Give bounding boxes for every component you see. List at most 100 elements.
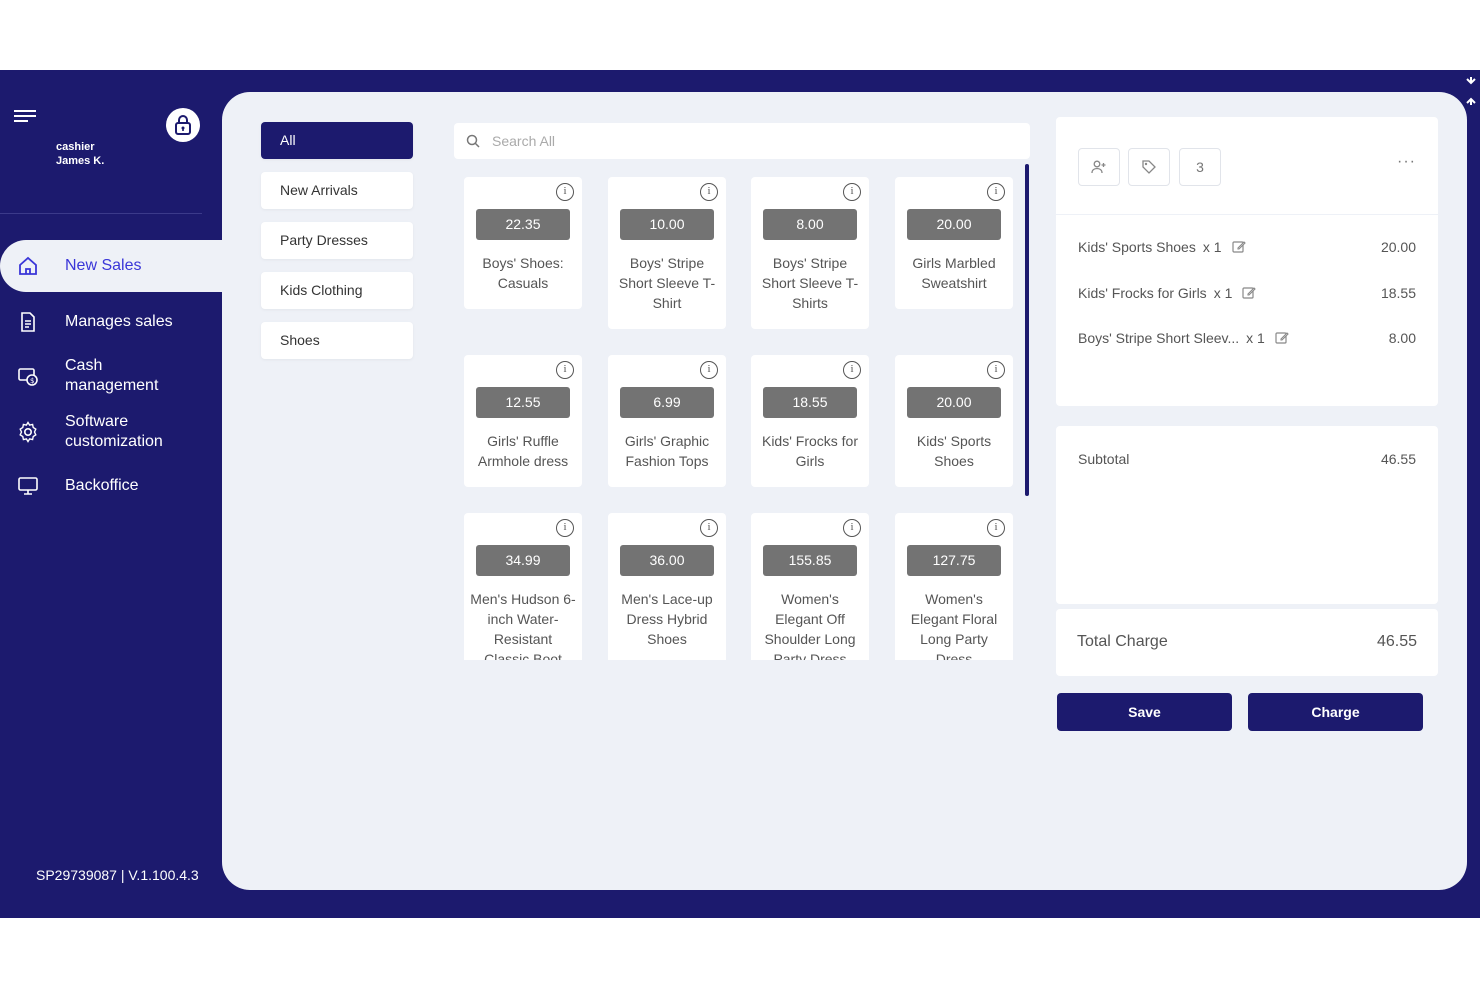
edit-icon[interactable] (1242, 286, 1257, 300)
product-card[interactable]: i 34.99 Men's Hudson 6-inch Water-Resist… (464, 513, 582, 660)
nav-item-backoffice[interactable]: Backoffice (0, 460, 222, 512)
nav-item-software-customization[interactable]: Software customization (0, 404, 222, 460)
edit-icon[interactable] (1275, 331, 1289, 345)
nav-label: New Sales (65, 257, 142, 274)
info-icon[interactable]: i (700, 183, 718, 201)
product-price: 20.00 (907, 209, 1001, 240)
info-icon[interactable]: i (987, 519, 1005, 537)
lock-icon (175, 115, 191, 135)
product-name: Kids' Sports Shoes (916, 433, 992, 469)
search-bar (454, 123, 1030, 159)
cart-item-name: Kids' Sports Shoes (1078, 239, 1196, 255)
product-card[interactable]: i 18.55 Kids' Frocks for Girls (751, 355, 869, 487)
product-card[interactable]: i 20.00 Girls Marbled Sweatshirt (895, 177, 1013, 309)
product-name: Boys' Stripe Short Sleeve T-Shirt (618, 255, 716, 311)
user-role: cashier (56, 141, 95, 153)
info-icon[interactable]: i (556, 361, 574, 379)
product-name: Kids' Frocks for Girls (761, 433, 859, 469)
product-name: Boys' Stripe Short Sleeve T-Shirts (761, 255, 859, 311)
nav-label: Software customization (65, 413, 163, 450)
cart-toolbar: 3 ··· (1056, 117, 1438, 215)
home-icon (19, 256, 37, 275)
cart-item-qty: x 1 (1246, 330, 1265, 346)
nav-item-manages-sales[interactable]: Manages sales (0, 296, 222, 348)
product-grid-scrollbar[interactable] (1025, 164, 1029, 496)
product-card[interactable]: i 36.00 Men's Lace-up Dress Hybrid Shoes (608, 513, 726, 660)
cart-count-badge[interactable]: 3 (1179, 148, 1221, 186)
product-price: 18.55 (763, 387, 857, 418)
discount-tag-button[interactable] (1128, 148, 1170, 186)
save-button[interactable]: Save (1057, 693, 1232, 731)
product-price: 8.00 (763, 209, 857, 240)
product-price: 6.99 (620, 387, 714, 418)
product-grid: i 22.35 Boys' Shoes: Casuals i 10.00 Boy… (464, 177, 1030, 660)
cart-line-item: Boys' Stripe Short Sleev... x 1 8.00 (1078, 328, 1416, 348)
category-list: All New Arrivals Party Dresses Kids Clot… (261, 122, 413, 372)
product-card[interactable]: i 8.00 Boys' Stripe Short Sleeve T-Shirt… (751, 177, 869, 329)
product-price: 12.55 (476, 387, 570, 418)
version-label: SP29739087 | V.1.100.4.3 (36, 867, 199, 883)
document-icon (21, 312, 35, 332)
search-input[interactable] (492, 133, 992, 149)
nav-item-new-sales[interactable]: New Sales (0, 240, 222, 292)
category-kids-clothing[interactable]: Kids Clothing (261, 272, 413, 309)
cart-line-item: Kids' Frocks for Girls x 1 18.55 (1078, 283, 1416, 303)
main-nav: New Sales Manages sales $ Cash managemen… (0, 240, 222, 512)
search-icon (466, 134, 480, 148)
info-icon[interactable]: i (556, 183, 574, 201)
product-name: Boys' Shoes: Casuals (482, 255, 564, 291)
category-shoes[interactable]: Shoes (261, 322, 413, 359)
product-card[interactable]: i 10.00 Boys' Stripe Short Sleeve T-Shir… (608, 177, 726, 329)
product-card[interactable]: i 6.99 Girls' Graphic Fashion Tops (608, 355, 726, 487)
add-customer-button[interactable] (1078, 148, 1120, 186)
product-card[interactable]: i 22.35 Boys' Shoes: Casuals (464, 177, 582, 309)
sidebar-divider (0, 213, 202, 214)
category-all[interactable]: All (261, 122, 413, 159)
subtotal-panel: Subtotal 46.55 (1056, 426, 1438, 604)
info-icon[interactable]: i (843, 519, 861, 537)
product-name: Girls' Graphic Fashion Tops (624, 433, 710, 469)
main-panel: All New Arrivals Party Dresses Kids Clot… (222, 92, 1467, 890)
cart-item-qty: x 1 (1213, 285, 1233, 301)
tag-icon (1142, 160, 1156, 174)
more-options-icon[interactable]: ··· (1397, 153, 1416, 171)
info-icon[interactable]: i (556, 519, 574, 537)
info-icon[interactable]: i (987, 183, 1005, 201)
product-price: 127.75 (907, 545, 1001, 576)
info-icon[interactable]: i (987, 361, 1005, 379)
product-name: Women's Elegant Off Shoulder Long Party … (764, 591, 856, 660)
product-name: Men's Hudson 6-inch Water-Resistant Clas… (470, 591, 576, 660)
lock-button[interactable] (166, 108, 200, 142)
product-name: Men's Lace-up Dress Hybrid Shoes (621, 591, 713, 647)
info-icon[interactable]: i (843, 183, 861, 201)
nav-item-cash-management[interactable]: $ Cash management (0, 348, 222, 404)
product-card[interactable]: i 127.75 Women's Elegant Floral Long Par… (895, 513, 1013, 660)
product-price: 34.99 (476, 545, 570, 576)
product-card[interactable]: i 155.85 Women's Elegant Off Shoulder Lo… (751, 513, 869, 660)
info-icon[interactable]: i (700, 519, 718, 537)
edit-icon[interactable] (1231, 240, 1246, 254)
info-icon[interactable]: i (843, 361, 861, 379)
app-window: cashier James K. New Sales Manages sales… (0, 70, 1480, 918)
charge-button[interactable]: Charge (1248, 693, 1423, 731)
category-new-arrivals[interactable]: New Arrivals (261, 172, 413, 209)
subtotal-value: 46.55 (1380, 451, 1416, 467)
collapse-icon[interactable] (1464, 76, 1478, 106)
cash-icon: $ (18, 368, 38, 386)
product-card[interactable]: i 12.55 Girls' Ruffle Armhole dress (464, 355, 582, 487)
cart-line-item: Kids' Sports Shoes x 1 20.00 (1078, 237, 1416, 257)
nav-label: Backoffice (65, 477, 139, 494)
product-price: 155.85 (763, 545, 857, 576)
hamburger-menu-icon[interactable] (14, 110, 36, 126)
product-price: 22.35 (476, 209, 570, 240)
add-user-icon (1091, 160, 1106, 174)
total-value: 46.55 (1376, 633, 1417, 650)
info-icon[interactable]: i (700, 361, 718, 379)
cart-panel: 3 ··· Kids' Sports Shoes x 1 20.00 Kids'… (1056, 117, 1438, 406)
cart-item-qty: x 1 (1202, 239, 1222, 255)
category-party-dresses[interactable]: Party Dresses (261, 222, 413, 259)
product-card[interactable]: i 20.00 Kids' Sports Shoes (895, 355, 1013, 487)
nav-label: Manages sales (65, 313, 173, 330)
user-info: cashier James K. (56, 140, 104, 168)
svg-text:$: $ (30, 377, 34, 385)
